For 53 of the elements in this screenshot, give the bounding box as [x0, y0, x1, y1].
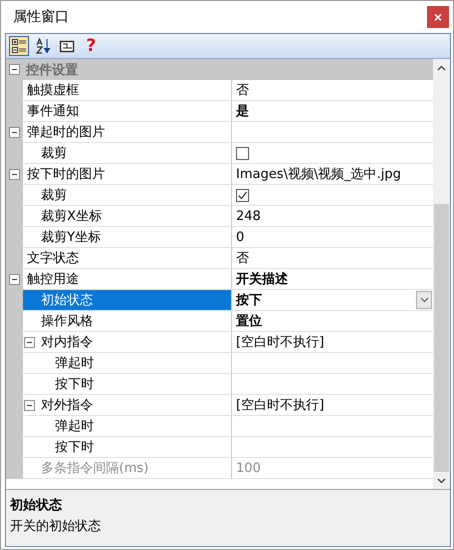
property-value[interactable]: [空白时不执行] [236, 333, 324, 351]
collapse-icon[interactable] [9, 64, 20, 75]
scrollbar[interactable] [433, 59, 450, 489]
toolbar-button[interactable] [33, 36, 53, 56]
property-name[interactable]: 裁剪 [23, 185, 232, 206]
toolbar-button[interactable] [9, 36, 29, 56]
property-value[interactable]: 否 [236, 81, 249, 99]
property-pages-icon [59, 38, 75, 54]
property-value[interactable]: 是 [236, 102, 249, 120]
close-button[interactable]: × [427, 6, 449, 28]
description-text: 开关的初始状态 [10, 518, 102, 535]
property-name[interactable]: 对外指令 [23, 395, 232, 416]
property-name[interactable]: 弹起时 [23, 416, 232, 437]
collapse-icon[interactable] [9, 127, 20, 138]
property-name[interactable]: 初始状态 [23, 290, 232, 311]
property-name[interactable]: 弹起时的图片 [23, 122, 232, 143]
property-name[interactable]: 事件通知 [23, 101, 232, 122]
scroll-up-icon[interactable] [437, 64, 446, 70]
help-icon: ? [86, 38, 96, 54]
caret-icon [420, 297, 428, 303]
description-title: 初始状态 [10, 496, 63, 514]
category-label: 控件设置 [24, 62, 78, 78]
property-value[interactable]: Images\视频\视频_选中.jpg [236, 165, 401, 183]
categorized-icon [11, 38, 27, 54]
property-name[interactable]: 触摸虚框 [23, 80, 232, 101]
property-name[interactable]: 裁剪 [23, 143, 232, 164]
property-name[interactable]: 裁剪Y坐标 [23, 227, 232, 248]
collapse-icon[interactable] [24, 400, 35, 410]
sort-icon [35, 38, 51, 54]
property-name[interactable]: 对内指令 [23, 332, 232, 353]
collapse-icon[interactable] [24, 336, 35, 348]
property-name[interactable]: 文字状态 [23, 248, 232, 269]
property-name[interactable]: 弹起时 [23, 353, 232, 374]
property-value[interactable]: 开关描述 [236, 270, 288, 288]
property-value[interactable]: 按下 [236, 291, 262, 309]
property-value[interactable]: [空白时不执行] [236, 396, 324, 414]
collapse-icon[interactable] [9, 169, 20, 180]
toolbar-button[interactable]: ? [81, 36, 101, 56]
checkbox[interactable] [236, 188, 249, 202]
collapse-icon[interactable] [9, 274, 20, 285]
window-title: 属性窗口 [13, 8, 69, 26]
property-name[interactable]: 按下时的图片 [23, 164, 232, 185]
property-value[interactable]: 置位 [236, 312, 262, 330]
property-name[interactable]: 裁剪X坐标 [23, 206, 232, 227]
property-value[interactable]: 0 [236, 230, 244, 244]
scroll-down-icon[interactable] [437, 478, 446, 484]
checkbox[interactable] [236, 146, 249, 160]
dropdown-button[interactable] [416, 291, 432, 309]
property-name[interactable]: 操作风格 [23, 311, 232, 332]
property-value[interactable]: 248 [236, 208, 261, 224]
property-name[interactable]: 按下时 [23, 374, 232, 395]
property-name[interactable]: 按下时 [23, 437, 232, 458]
property-value[interactable]: 否 [236, 249, 249, 267]
